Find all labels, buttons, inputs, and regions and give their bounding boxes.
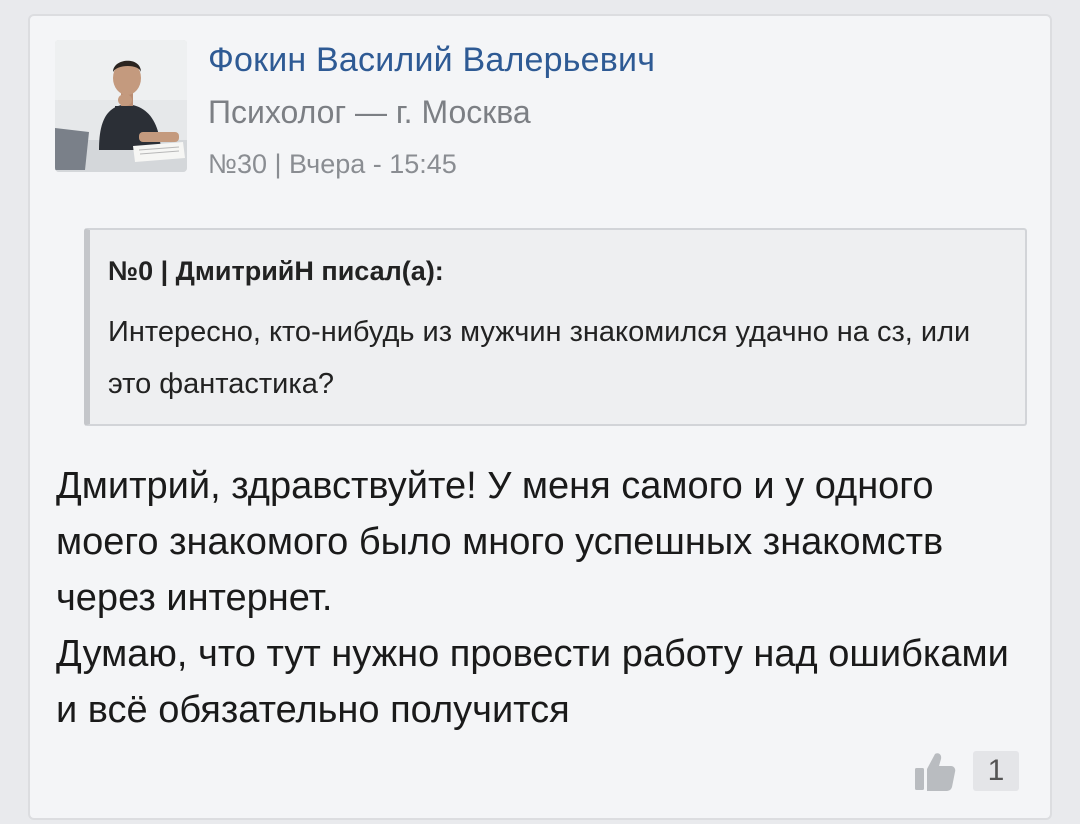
reply-text: Дмитрий, здравствуйте! У меня самого и у… — [56, 458, 1036, 738]
author-avatar[interactable] — [55, 40, 187, 172]
post-meta: №30 | Вчера - 15:45 — [208, 149, 457, 179]
author-name[interactable]: Фокин Василий Валерьевич — [208, 41, 655, 80]
author-role: Психолог — г. Москва — [208, 94, 531, 130]
quote-header: №0 | ДмитрийН писал(а): — [108, 256, 444, 286]
reply-paragraph: Дмитрий, здравствуйте! У меня самого и у… — [56, 465, 944, 619]
avatar-photo — [55, 40, 187, 172]
quote-text: Интересно, кто-нибудь из мужчин знакомил… — [108, 316, 971, 400]
thumbs-up-icon[interactable] — [913, 750, 957, 794]
forum-post-card: Фокин Василий Валерьевич Психолог — г. М… — [28, 14, 1052, 820]
quote-block: №0 | ДмитрийН писал(а): Интересно, кто-н… — [84, 228, 1027, 426]
reply-paragraph: Думаю, что тут нужно провести работу над… — [56, 633, 1009, 731]
like-count[interactable]: 1 — [973, 751, 1019, 791]
